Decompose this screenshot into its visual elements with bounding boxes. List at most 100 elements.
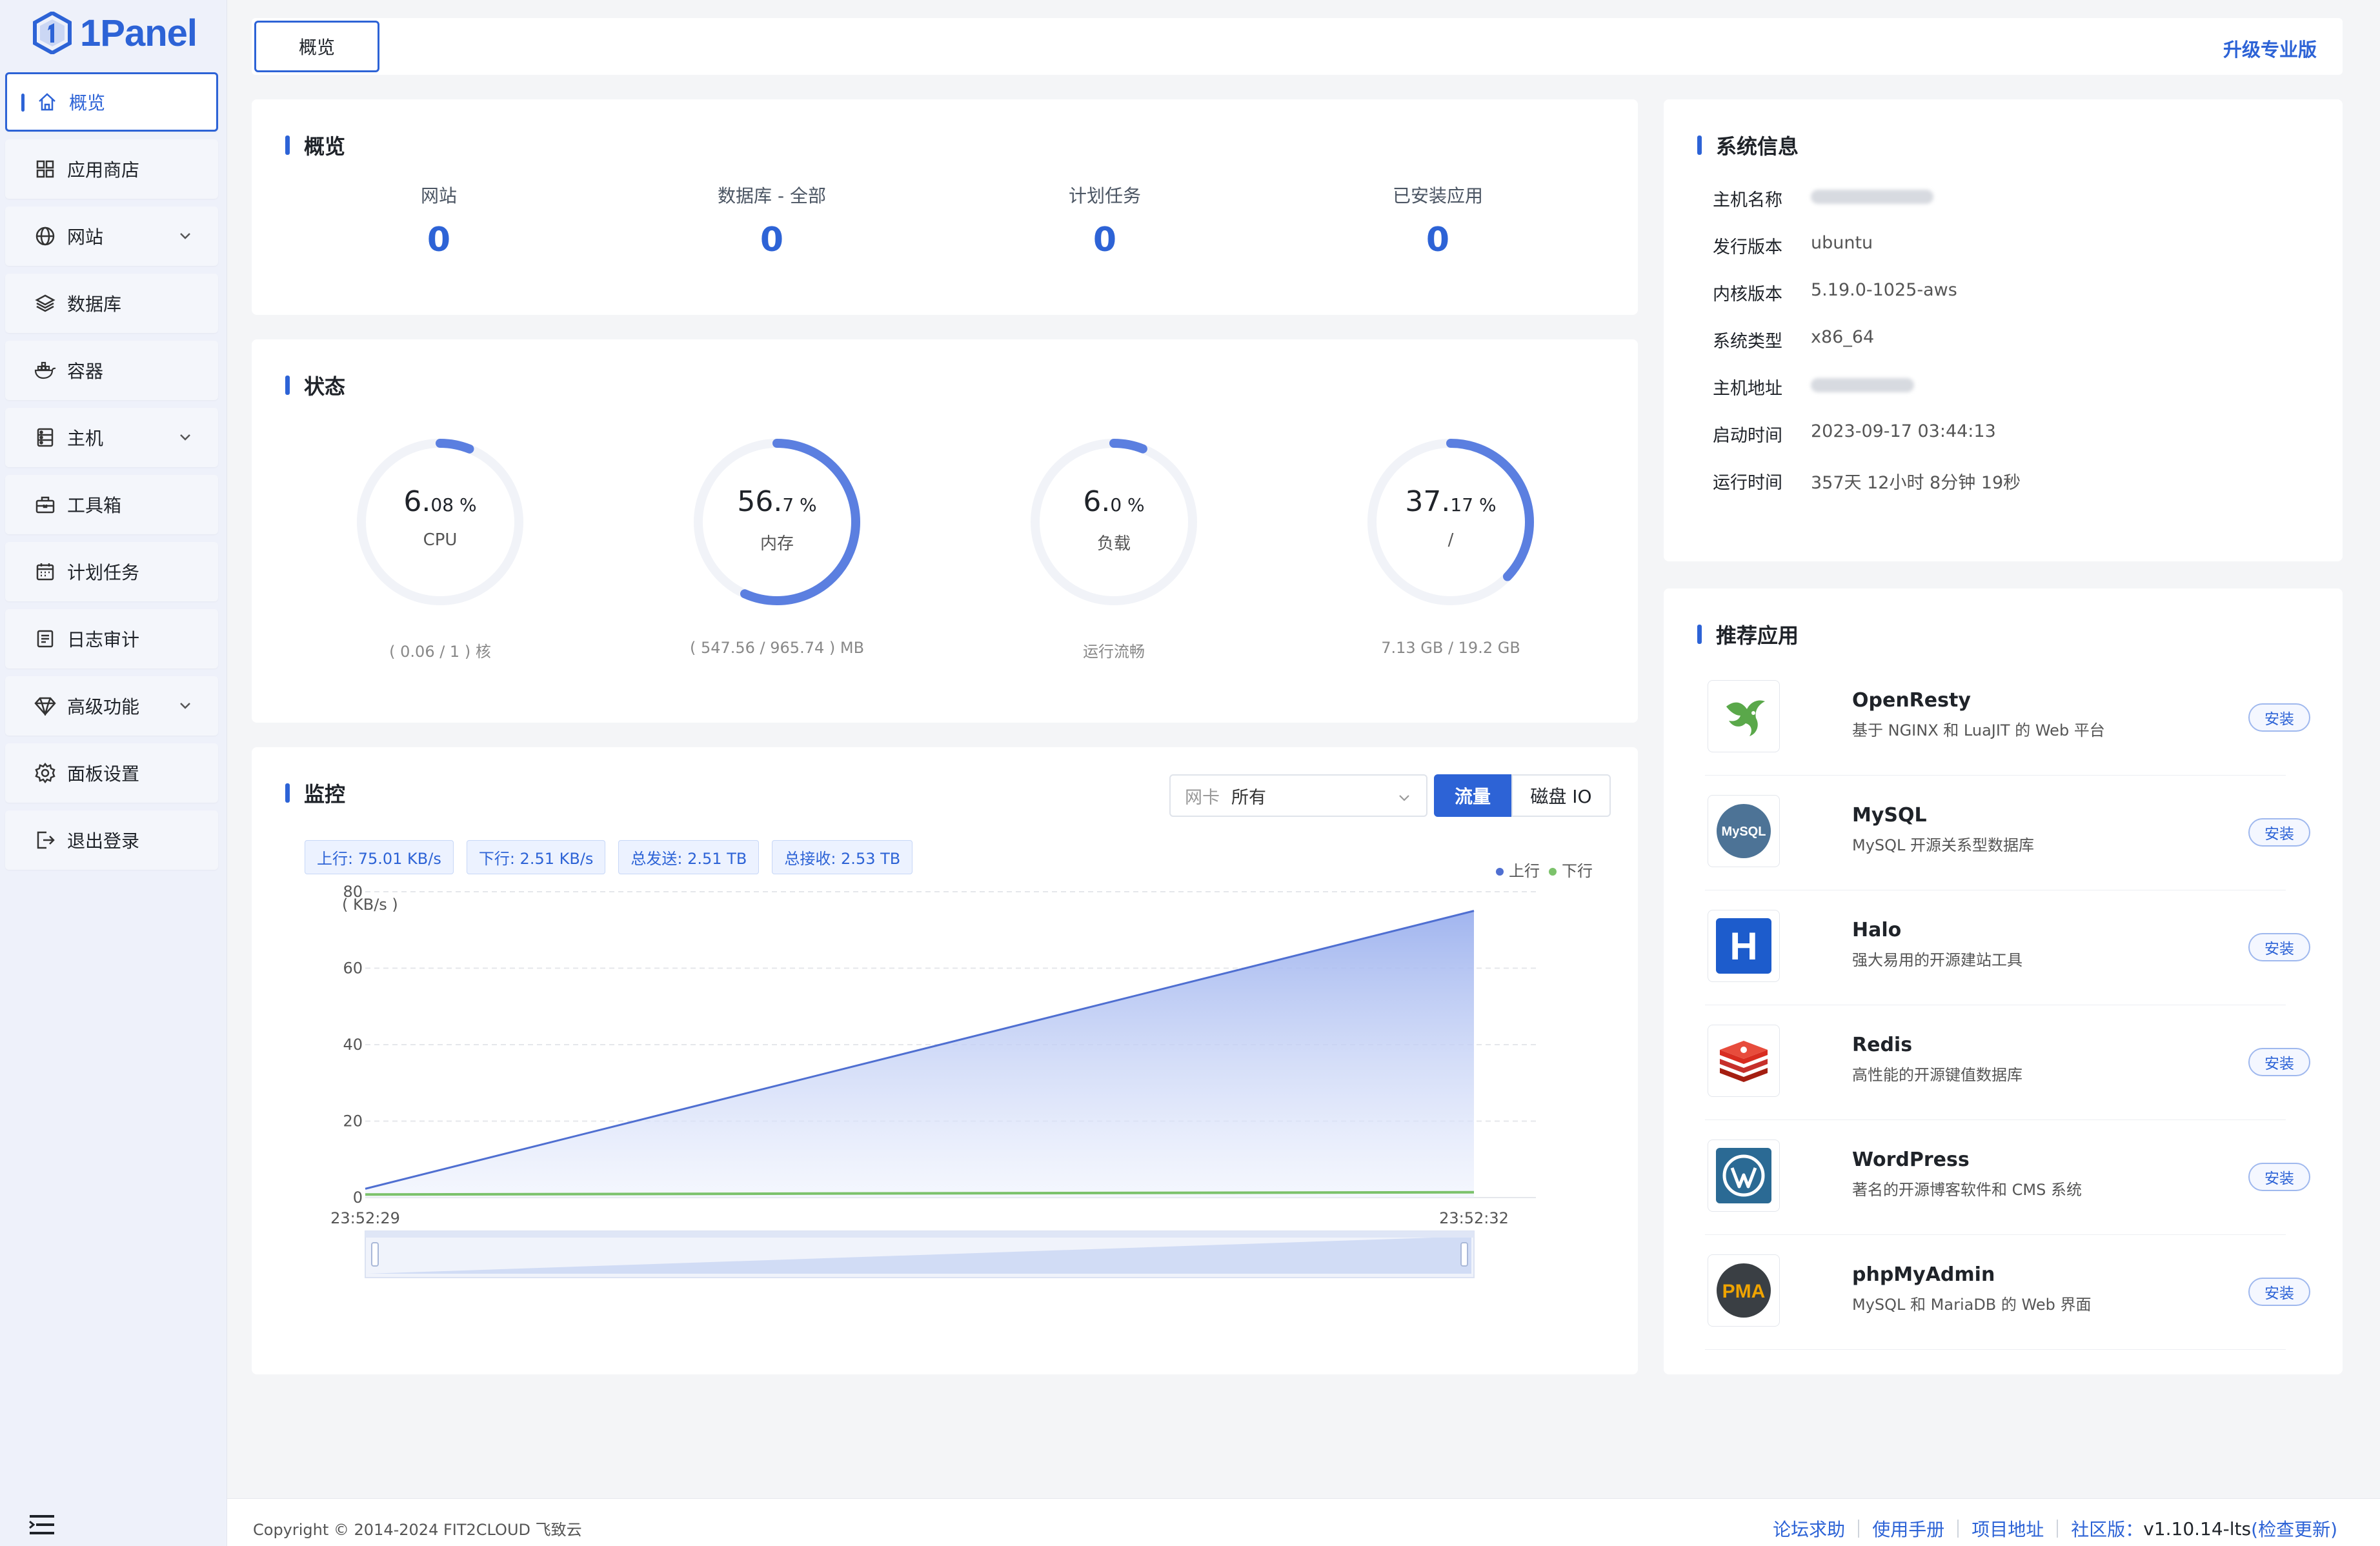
zoom-slider-bar — [365, 1231, 1474, 1238]
y-tick-label: 80 — [343, 883, 363, 901]
sysinfo-uptime: 运行时间 357天 12小时 8分钟 19秒 — [1713, 468, 2021, 494]
sidebar-nav: 概览 应用商店 网站 数据库 容器 主机 工具箱 计划任务 日志审计 高级功能 … — [5, 72, 218, 878]
sysinfo-kernel: 内核版本 5.19.0-1025-aws — [1713, 280, 1957, 305]
info-value: ubuntu — [1811, 233, 1873, 253]
sidebar-item-container[interactable]: 容器 — [5, 341, 218, 400]
sidebar-item-log-audit[interactable]: 日志审计 — [5, 609, 218, 668]
toolbox-icon — [34, 493, 57, 516]
install-button[interactable]: 安装 — [2248, 933, 2310, 961]
info-key: 运行时间 — [1713, 473, 1782, 493]
log-icon — [34, 627, 57, 650]
gauge-detail: ( 0.06 / 1 ) 核 — [389, 643, 491, 661]
chevron-down-icon — [180, 703, 190, 709]
series-area-up — [365, 910, 1474, 1198]
y-tick-label: 40 — [343, 1036, 363, 1054]
sidebar-item-logout[interactable]: 退出登录 — [5, 810, 218, 870]
app-name: MySQL — [1852, 804, 1927, 827]
gauge-value: 37.17 % — [1405, 485, 1497, 518]
gauge-detail: 7.13 GB / 19.2 GB — [1381, 639, 1520, 657]
sidebar-item-label: 工具箱 — [67, 495, 122, 516]
y-tick-label: 60 — [343, 959, 363, 978]
app-grid-icon — [34, 157, 57, 181]
overview-databases[interactable]: 数据库 - 全部 0 — [636, 182, 907, 259]
zoom-handle-left — [371, 1242, 379, 1267]
install-button[interactable]: 安装 — [2248, 1278, 2310, 1306]
gauge-label: 内存 — [760, 534, 794, 554]
sidebar-item-label: 计划任务 — [67, 562, 140, 583]
info-key: 发行版本 — [1713, 237, 1782, 257]
sidebar-item-host[interactable]: 主机 — [5, 408, 218, 467]
app-item-halo[interactable]: H Halo 强大易用的开源建站工具 安装 — [1705, 890, 2310, 1005]
app-item-phpmyadmin[interactable]: PMA phpMyAdmin MySQL 和 MariaDB 的 Web 界面 … — [1705, 1235, 2310, 1350]
gear-icon — [34, 761, 57, 785]
x-tick-label: 23:52:29 — [330, 1209, 400, 1227]
install-button[interactable]: 安装 — [2248, 1048, 2310, 1076]
redacted-value — [1811, 378, 1914, 392]
overview-value: 0 — [760, 221, 784, 259]
gauge-value: 6.08 % — [403, 485, 477, 518]
overview-installed-apps[interactable]: 已安装应用 0 — [1302, 182, 1573, 259]
openresty-icon — [1708, 680, 1780, 752]
traffic-chart: ( KB/s )02040608023:52:29 23:52:32 — [330, 883, 1536, 1278]
app-item-wordpress[interactable]: WordPress 著名的开源博客软件和 CMS 系统 安装 — [1705, 1120, 2310, 1235]
gauge-ring — [694, 439, 860, 605]
gauge-ring — [1367, 439, 1534, 605]
gauge-detail: ( 547.56 / 965.74 ) MB — [689, 639, 865, 657]
sidebar-item-settings[interactable]: 面板设置 — [5, 743, 218, 803]
check-update-link[interactable]: (检查更新) — [2251, 1516, 2337, 1541]
overview-label: 网站 — [420, 185, 457, 206]
status-card: 状态 6.08 % CPU ( 0.06 / 1 ) 核 56.7 % 内存 (… — [252, 339, 1638, 723]
overview-websites[interactable]: 网站 0 — [303, 182, 574, 259]
sysinfo-address: 主机地址 — [1713, 374, 1914, 399]
sidebar-item-toolbox[interactable]: 工具箱 — [5, 475, 218, 534]
link-forum[interactable]: 论坛求助 — [1773, 1516, 1845, 1541]
install-button[interactable]: 安装 — [2248, 1163, 2310, 1191]
menu-collapse-icon[interactable] — [28, 1514, 55, 1536]
app-name: Redis — [1852, 1034, 1913, 1056]
gauge-label: / — [1447, 530, 1454, 550]
app-desc: 基于 NGINX 和 LuaJIT 的 Web 平台 — [1852, 721, 2105, 739]
sidebar-item-cronjob[interactable]: 计划任务 — [5, 542, 218, 601]
chevron-down-icon — [180, 233, 190, 239]
sidebar-item-overview[interactable]: 概览 — [5, 72, 218, 132]
sidebar-item-database[interactable]: 数据库 — [5, 274, 218, 333]
install-button[interactable]: 安装 — [2248, 703, 2310, 732]
logout-icon — [34, 828, 57, 852]
sidebar-item-label: 应用商店 — [67, 159, 140, 181]
mysql-icon-text: MySQL — [1722, 825, 1766, 839]
tab-overview[interactable]: 概览 — [254, 21, 379, 72]
overview-label: 数据库 - 全部 — [718, 185, 826, 206]
phpmyadmin-icon: PMA — [1708, 1254, 1780, 1327]
overview-label: 已安装应用 — [1392, 185, 1483, 206]
gauge-cpu: 6.08 % CPU ( 0.06 / 1 ) 核 — [305, 434, 576, 661]
upgrade-pro-link[interactable]: 升级专业版 — [2223, 35, 2317, 62]
sidebar-item-label: 主机 — [67, 428, 104, 449]
copyright: Copyright © 2014-2024 FIT2CLOUD 飞致云 — [253, 1521, 582, 1539]
overview-card: 概览 网站 0 数据库 - 全部 0 计划任务 0 已安装应用 0 — [252, 99, 1638, 315]
divider — [1858, 1520, 1860, 1538]
sidebar-item-app-store[interactable]: 应用商店 — [5, 139, 218, 199]
app-item-redis[interactable]: Redis 高性能的开源键值数据库 安装 — [1705, 1005, 2310, 1120]
app-name: Halo — [1852, 919, 1902, 941]
logo[interactable]: 1Panel — [32, 9, 197, 57]
install-button[interactable]: 安装 — [2248, 818, 2310, 847]
link-project[interactable]: 项目地址 — [1972, 1516, 2044, 1541]
sidebar-item-advanced[interactable]: 高级功能 — [5, 676, 218, 736]
chevron-down-icon — [180, 434, 190, 441]
gauge-label: 负载 — [1096, 534, 1131, 554]
wordpress-icon — [1708, 1139, 1780, 1212]
app-name: WordPress — [1852, 1149, 1970, 1171]
overview-value: 0 — [427, 221, 451, 259]
link-manual[interactable]: 使用手册 — [1872, 1516, 1944, 1541]
gauge-ring — [357, 439, 523, 605]
gauge-label: CPU — [423, 530, 458, 550]
overview-cronjobs[interactable]: 计划任务 0 — [969, 182, 1240, 259]
sidebar-item-website[interactable]: 网站 — [5, 206, 218, 266]
app-item-openresty[interactable]: OpenResty 基于 NGINX 和 LuaJIT 的 Web 平台 安装 — [1705, 661, 2310, 776]
globe-icon — [34, 225, 57, 248]
info-key: 启动时间 — [1713, 426, 1782, 446]
apps-title: 推荐应用 — [1697, 619, 1799, 649]
app-item-mysql[interactable]: MySQL MySQL MySQL 开源关系型数据库 安装 — [1705, 776, 2310, 890]
info-value: 5.19.0-1025-aws — [1811, 280, 1957, 300]
gauge-value: 6.0 % — [1083, 485, 1145, 518]
